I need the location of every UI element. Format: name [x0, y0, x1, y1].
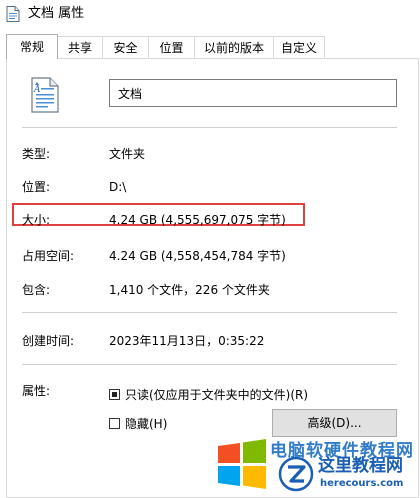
tab-general[interactable]: 常规 — [6, 34, 58, 59]
attributes-label: 属性: — [22, 384, 51, 398]
hidden-checkbox-row[interactable]: 隐藏(H) — [109, 415, 167, 431]
type-value: 文件夹 — [109, 147, 146, 161]
folder-document-icon: A — [31, 77, 59, 113]
readonly-label: 只读(仅应用于文件夹中的文件)(R) — [125, 387, 309, 402]
created-label: 创建时间: — [22, 334, 75, 348]
watermark: 电脑软硬件教程网 这里教程网 herecours.com — [212, 434, 420, 494]
svg-text:A: A — [33, 85, 41, 95]
watermark-badge-icon — [278, 456, 314, 492]
divider — [22, 127, 397, 128]
size-label: 大小: — [22, 213, 51, 227]
type-label: 类型: — [22, 147, 51, 161]
tab-location[interactable]: 位置 — [148, 36, 195, 58]
location-label: 位置: — [22, 180, 51, 194]
folder-name-input[interactable] — [109, 79, 397, 107]
hidden-label: 隐藏(H) — [125, 416, 168, 431]
windows-logo-icon — [218, 439, 266, 489]
divider — [22, 364, 397, 365]
advanced-button[interactable]: 高级(D)... — [272, 409, 397, 437]
tab-sharing[interactable]: 共享 — [57, 36, 103, 58]
created-value: 2023年11月13日，0:35:22 — [109, 334, 265, 348]
size-on-disk-label: 占用空间: — [22, 249, 75, 263]
size-value: 4.24 GB (4,555,697,075 字节) — [109, 213, 286, 227]
hidden-checkbox[interactable] — [109, 417, 120, 429]
title-bar: 文档 属性 — [0, 0, 420, 28]
watermark-site-name: 这里教程网 — [318, 456, 403, 476]
contains-value: 1,410 个文件，226 个文件夹 — [109, 283, 270, 297]
readonly-checkbox-row[interactable]: 只读(仅应用于文件夹中的文件)(R) — [109, 386, 308, 402]
contains-label: 包含: — [22, 283, 51, 297]
tab-security[interactable]: 安全 — [102, 36, 149, 58]
readonly-checkbox[interactable] — [109, 388, 120, 400]
tab-previous-versions[interactable]: 以前的版本 — [194, 36, 274, 58]
window-title: 文档 属性 — [28, 6, 85, 21]
tab-customize[interactable]: 自定义 — [273, 36, 325, 58]
watermark-site-url: herecours.com — [320, 478, 404, 489]
location-value: D:\ — [109, 180, 127, 194]
size-on-disk-value: 4.24 GB (4,558,454,784 字节) — [109, 249, 286, 263]
divider — [22, 312, 397, 313]
document-icon — [6, 6, 20, 22]
tab-strip: 常规 共享 安全 位置 以前的版本 自定义 — [0, 34, 420, 59]
